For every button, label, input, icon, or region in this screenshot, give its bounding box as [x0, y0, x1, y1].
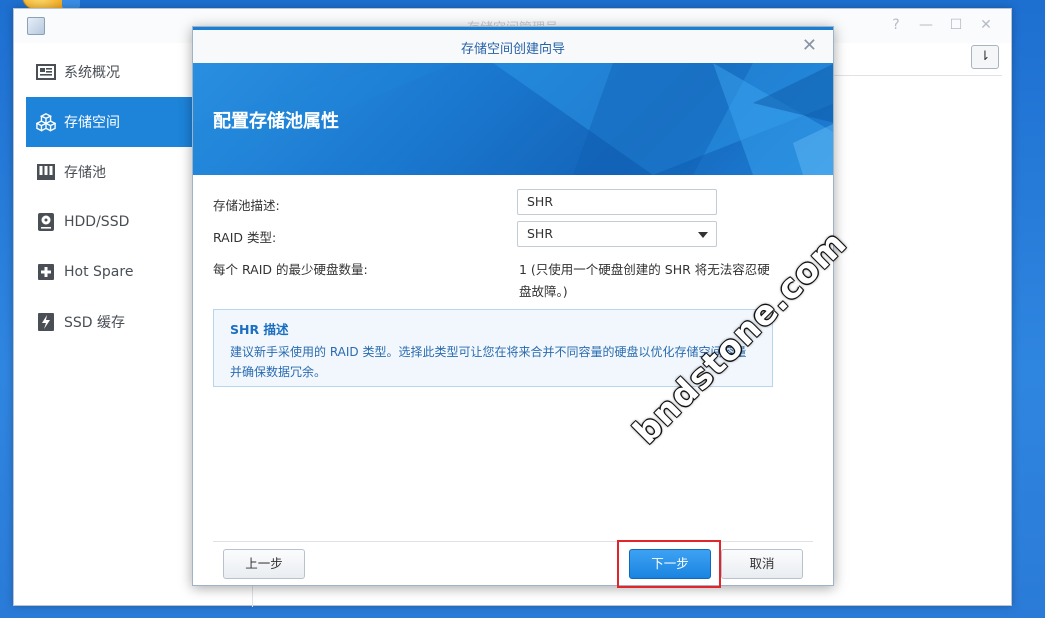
desktop-badge-icon	[62, 0, 80, 8]
ssd-cache-icon	[36, 312, 56, 332]
next-button-highlight	[617, 540, 721, 588]
shr-description-text: 建议新手采使用的 RAID 类型。选择此类型可让您在将来合并不同容量的硬盘以优化…	[230, 345, 747, 359]
sidebar-item-system-overview[interactable]: 系统概况	[26, 47, 194, 97]
minimize-icon[interactable]: —	[915, 15, 937, 35]
help-icon[interactable]: ?	[885, 15, 907, 35]
min-disks-label: 每个 RAID 的最少硬盘数量:	[213, 262, 368, 277]
sort-button[interactable]: ⇂	[971, 45, 999, 69]
storage-volume-icon	[36, 112, 56, 132]
dialog-title: 存储空间创建向导	[460, 42, 565, 57]
hdd-icon	[36, 212, 56, 232]
dialog-titlebar[interactable]: 存储空间创建向导 ✕	[193, 27, 833, 63]
sidebar-item-hot-spare[interactable]: Hot Spare	[26, 247, 194, 297]
storage-pool-icon	[36, 162, 56, 182]
raid-type-label: RAID 类型:	[213, 230, 277, 245]
prev-step-button[interactable]: 上一步	[223, 549, 305, 579]
pool-description-input[interactable]: SHR	[517, 189, 717, 215]
divider	[834, 75, 1002, 76]
sidebar: 系统概况 存储空间 存储池 HDD/SSD Hot Spare SSD 缓存	[26, 47, 194, 347]
system-overview-icon	[36, 62, 56, 82]
cancel-button[interactable]: 取消	[721, 549, 803, 579]
window-close-icon[interactable]: ✕	[975, 15, 997, 35]
shr-description-title: SHR 描述	[230, 322, 289, 337]
wizard-step-title: 配置存储池属性	[213, 111, 339, 132]
sidebar-item-label: 系统概况	[64, 65, 120, 81]
storage-creation-wizard-dialog: 存储空间创建向导 ✕ 配置存储池属性 存储池描述: SHR RAID 类型: S…	[192, 26, 834, 586]
footer-divider	[213, 541, 813, 542]
wizard-banner: 配置存储池属性	[193, 63, 833, 175]
min-disks-value: 1 (只使用一个硬盘创建的 SHR 将无法容忍硬 盘故障。)	[519, 259, 779, 303]
raid-type-select[interactable]: SHR	[517, 221, 717, 247]
maximize-icon[interactable]: ☐	[945, 15, 967, 35]
raid-type-value: SHR	[527, 226, 554, 241]
sidebar-item-label: 存储空间	[64, 115, 120, 131]
sidebar-item-hdd-ssd[interactable]: HDD/SSD	[26, 197, 194, 247]
min-disks-value-line: 1 (只使用一个硬盘创建的 SHR 将无法容忍硬	[519, 262, 770, 277]
pool-description-label: 存储池描述:	[213, 198, 280, 213]
hot-spare-icon	[36, 262, 56, 282]
chevron-down-icon	[698, 232, 708, 238]
sidebar-item-ssd-cache[interactable]: SSD 缓存	[26, 297, 194, 347]
sidebar-item-label: 存储池	[64, 165, 106, 181]
sidebar-item-label: Hot Spare	[64, 264, 134, 280]
min-disks-value-line: 盘故障。)	[519, 284, 568, 299]
dialog-close-icon[interactable]: ✕	[802, 35, 817, 56]
sidebar-item-label: SSD 缓存	[64, 315, 126, 331]
sidebar-item-storage-pool[interactable]: 存储池	[26, 147, 194, 197]
sidebar-item-label: HDD/SSD	[64, 214, 130, 230]
sidebar-item-storage-volume[interactable]: 存储空间	[26, 97, 194, 147]
